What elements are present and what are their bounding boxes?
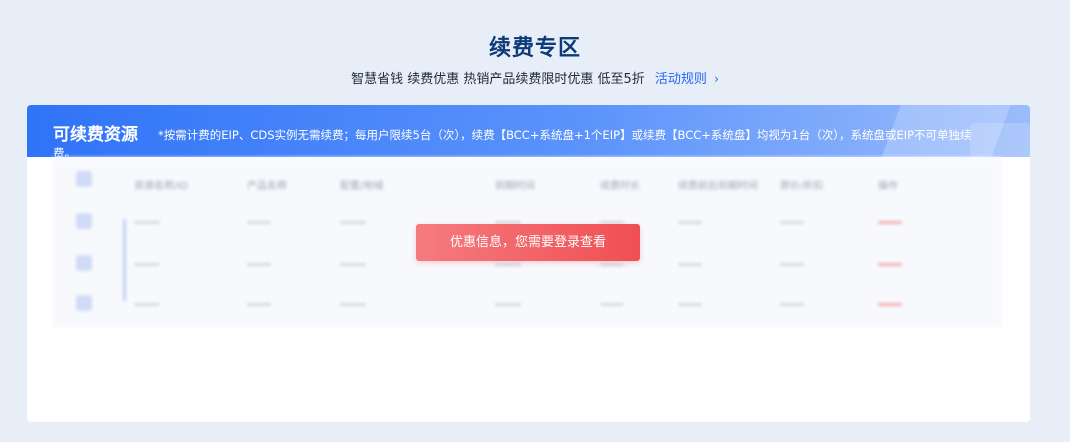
rules-link-label: 活动规则 bbox=[654, 72, 707, 87]
table-cell bbox=[780, 263, 804, 266]
table-cell bbox=[678, 221, 702, 224]
table-cell bbox=[247, 221, 271, 224]
table-header-cell: 续费前后到期时间 bbox=[678, 181, 758, 192]
table-cell bbox=[878, 263, 902, 266]
row-checkbox bbox=[76, 295, 92, 311]
table-cell bbox=[780, 303, 804, 306]
table-header-cell: 原价/折扣 bbox=[780, 181, 824, 192]
chevron-right-icon: › bbox=[714, 72, 719, 86]
table-cell bbox=[340, 263, 366, 266]
select-all-checkbox bbox=[76, 171, 92, 187]
table-cell bbox=[678, 303, 702, 306]
rules-link[interactable]: 活动规则 › bbox=[655, 72, 719, 87]
table-header-cell: 配置/地域 bbox=[340, 181, 384, 192]
table-header-cell: 产品名称 bbox=[247, 181, 287, 192]
table-header-cell: 续费时长 bbox=[600, 181, 640, 192]
table-cell bbox=[340, 221, 366, 224]
table-cell bbox=[780, 221, 804, 224]
card-title: 可续费资源 bbox=[53, 125, 138, 145]
table-cell bbox=[247, 263, 271, 266]
table-cell bbox=[600, 263, 624, 266]
card-note-text: *按需计费的EIP、CDS实例无需续费；每用户限续5台（次），续费【BCC+系统… bbox=[158, 128, 972, 142]
table-cell bbox=[495, 303, 521, 306]
table-header-cell: 操作 bbox=[878, 181, 898, 192]
subtitle-text: 智慧省钱 续费优惠 热销产品续费限时优惠 低至5折 bbox=[351, 72, 645, 87]
row-checkbox bbox=[76, 213, 92, 229]
table-cell bbox=[340, 303, 366, 306]
page-title: 续费专区 bbox=[488, 36, 581, 61]
table-cell bbox=[600, 303, 624, 306]
table-cell bbox=[678, 263, 702, 266]
card-note-overflow: 费。 bbox=[53, 146, 76, 157]
login-to-view-button[interactable]: 优惠信息，您需要登录查看 bbox=[416, 224, 640, 261]
table-cell bbox=[134, 221, 160, 224]
card-header: 可续费资源 *按需计费的EIP、CDS实例无需续费；每用户限续5台（次），续费【… bbox=[27, 105, 1030, 157]
table-cell bbox=[495, 263, 521, 266]
tree-connector bbox=[123, 219, 126, 301]
table-header-cell: 到期时间 bbox=[495, 181, 535, 192]
table-cell bbox=[878, 303, 902, 306]
table-cell bbox=[134, 303, 160, 306]
table-cell bbox=[878, 221, 902, 224]
resource-card: 可续费资源 *按需计费的EIP、CDS实例无需续费；每用户限续5台（次），续费【… bbox=[27, 105, 1030, 422]
table-cell bbox=[247, 303, 271, 306]
table-header-cell: 资源名称/ID bbox=[134, 181, 189, 192]
row-checkbox bbox=[76, 255, 92, 271]
page-subtitle: 智慧省钱 续费优惠 热销产品续费限时优惠 低至5折 活动规则 › bbox=[0, 68, 1070, 87]
table-cell bbox=[134, 263, 160, 266]
card-note: *按需计费的EIP、CDS实例无需续费；每用户限续5台（次），续费【BCC+系统… bbox=[53, 125, 1018, 157]
